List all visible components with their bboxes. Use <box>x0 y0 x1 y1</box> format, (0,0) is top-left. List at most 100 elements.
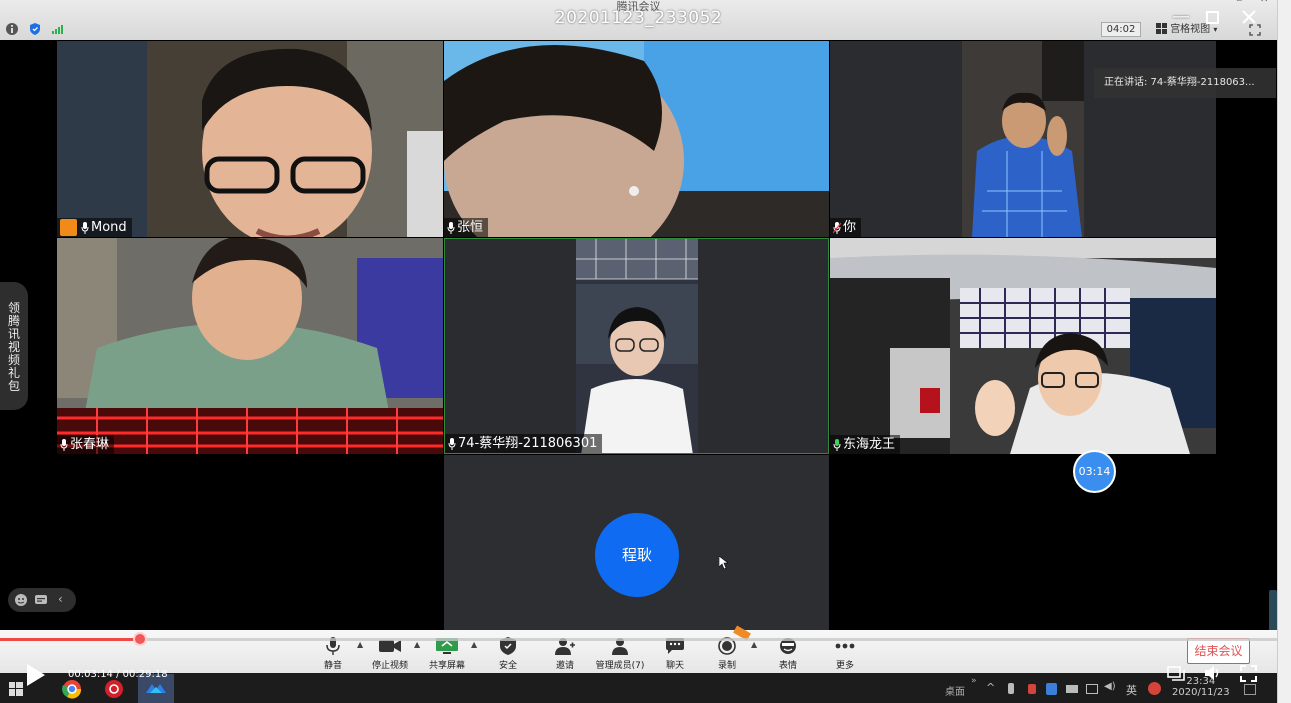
restore-icon[interactable]: ▫ <box>1236 0 1242 4</box>
chat-button[interactable]: 聊天 <box>647 636 703 672</box>
playback-time: 00:03:14 / 00:29:18 <box>68 669 168 680</box>
participant-name: 张恒 <box>457 220 484 235</box>
tray-display-icon[interactable] <box>1086 684 1098 694</box>
desktop-toolbar-label[interactable]: 桌面 <box>945 683 965 698</box>
microphone-icon <box>60 438 68 451</box>
participant-name-label: 张恒 <box>444 218 489 237</box>
tray-volume-icon[interactable]: ◀) <box>1104 681 1116 692</box>
video-feed <box>962 41 1084 237</box>
meeting-timer: 04:02 <box>1101 22 1141 37</box>
emoji-button[interactable]: 表情 <box>760 636 816 672</box>
tray-shield-icon[interactable] <box>1046 683 1057 695</box>
more-label: 更多 <box>835 661 854 671</box>
microphone-icon <box>81 221 89 234</box>
emoji-label: 表情 <box>778 661 797 671</box>
mute-label: 静音 <box>323 661 342 671</box>
video-feed <box>444 41 829 237</box>
camera-icon <box>379 640 401 652</box>
minimize-button[interactable]: — <box>1172 6 1190 27</box>
windows-start-icon[interactable] <box>9 682 23 696</box>
video-feed <box>57 238 443 454</box>
video-tile-zhangchunlin[interactable]: 张春琳 <box>57 238 443 454</box>
progress-fill <box>0 638 141 641</box>
signal-icon[interactable] <box>50 22 64 36</box>
invite-button[interactable]: 邀请 <box>537 636 593 672</box>
share-screen-button[interactable]: 共享屏幕 <box>419 636 475 672</box>
share-screen-label: 共享屏幕 <box>428 661 465 671</box>
participant-name: 你 <box>843 220 857 235</box>
netease-music-icon[interactable] <box>104 679 124 699</box>
stop-video-label: 停止视频 <box>371 661 408 671</box>
security-button[interactable]: 安全 <box>480 636 536 672</box>
recording-timer-bubble: 03:14 <box>1073 450 1116 493</box>
side-tab-char: 包 <box>7 379 20 393</box>
grid-view-button[interactable]: 宫格视图 ▾ <box>1156 22 1236 37</box>
chat-label: 聊天 <box>665 661 684 671</box>
participant-name: 74-蔡华翔-211806301 <box>458 436 598 451</box>
stop-video-button[interactable]: 停止视频 <box>362 636 418 672</box>
chrome-icon[interactable] <box>62 679 82 699</box>
participant-name-label: 东海龙王 <box>830 435 901 454</box>
ime-label[interactable]: 英 <box>1126 682 1137 698</box>
participant-name-label: Mond <box>57 218 132 237</box>
microphone-icon <box>448 437 456 450</box>
gift-pack-side-tab[interactable]: 领 腾 讯 视 频 礼 包 <box>0 282 28 410</box>
tencent-meeting-icon <box>146 684 166 693</box>
tray-sogou-icon[interactable] <box>1148 682 1161 695</box>
play-icon[interactable] <box>22 662 48 688</box>
more-button[interactable]: 更多 <box>817 636 873 672</box>
participant-name: 张春琳 <box>70 437 110 452</box>
info-icon[interactable] <box>5 22 19 36</box>
chat-bubble-icon[interactable] <box>34 593 48 607</box>
record-button[interactable]: 录制 <box>699 636 755 672</box>
mouse-cursor-icon <box>719 556 728 570</box>
playlist-icon[interactable] <box>1167 666 1185 682</box>
security-label: 安全 <box>498 661 517 671</box>
chevron-left-icon[interactable]: ‹ <box>58 592 63 606</box>
tray-app-icon[interactable] <box>1028 684 1036 694</box>
record-options-caret[interactable]: ▲ <box>751 640 757 649</box>
tray-device-icon[interactable] <box>1066 685 1078 693</box>
participant-name-label: 74-蔡华翔-211806301 <box>445 434 603 453</box>
participant-name-label: 张春琳 <box>57 435 115 454</box>
tray-chevron-up-icon[interactable]: ^ <box>986 681 995 694</box>
window-edge-scrollbar[interactable] <box>1277 0 1291 703</box>
speaking-indicator: 正在讲话: 74-蔡华翔-2118063... <box>1094 68 1276 98</box>
video-tile-donghailongwang[interactable]: 东海龙王 <box>830 238 1216 454</box>
toolbar-expand-icon[interactable]: » <box>971 676 977 686</box>
volume-icon[interactable] <box>1204 665 1222 681</box>
emoji-icon[interactable] <box>14 593 28 607</box>
microphone-icon <box>447 221 455 234</box>
participant-name: Mond <box>91 220 127 235</box>
security-shield-icon[interactable] <box>28 22 42 36</box>
tray-clock-date: 2020/11/23 <box>1172 687 1230 698</box>
more-icon <box>835 643 855 649</box>
video-tile-caihuaxiang[interactable]: 74-蔡华翔-211806301 <box>444 238 829 454</box>
video-tile-zhangheng[interactable]: 张恒 <box>444 41 829 237</box>
record-label: 录制 <box>717 661 736 671</box>
end-meeting-button[interactable]: 结束会议 <box>1187 638 1250 664</box>
host-badge-icon <box>60 219 77 236</box>
close-small-icon[interactable]: ✕ <box>1260 0 1268 5</box>
video-feed <box>57 41 443 237</box>
notification-icon[interactable] <box>1244 684 1256 695</box>
microphone-active-icon <box>833 438 841 451</box>
manage-members-button[interactable]: 管理成员(7) <box>592 636 648 672</box>
chevron-down-icon: ▾ <box>1213 25 1218 34</box>
video-feed <box>576 239 698 453</box>
invite-label: 邀请 <box>555 661 574 671</box>
close-button[interactable] <box>1242 10 1256 24</box>
player-fullscreen-icon[interactable] <box>1240 665 1257 682</box>
maximize-button[interactable] <box>1206 11 1219 24</box>
grid-icon <box>1156 23 1167 34</box>
recording-title: 20201123_233052 <box>554 8 723 28</box>
share-options-caret[interactable]: ▲ <box>471 640 477 649</box>
fullscreen-icon[interactable] <box>1249 24 1261 36</box>
progress-track[interactable] <box>0 638 1277 641</box>
manage-members-label: 管理成员(7) <box>595 661 645 671</box>
tray-mic-icon[interactable] <box>1008 683 1014 694</box>
video-tile-mond[interactable]: Mond <box>57 41 443 237</box>
participant-avatar: 程耿 <box>595 513 679 597</box>
mute-button[interactable]: 静音 <box>305 636 361 672</box>
video-feed <box>830 238 1216 454</box>
